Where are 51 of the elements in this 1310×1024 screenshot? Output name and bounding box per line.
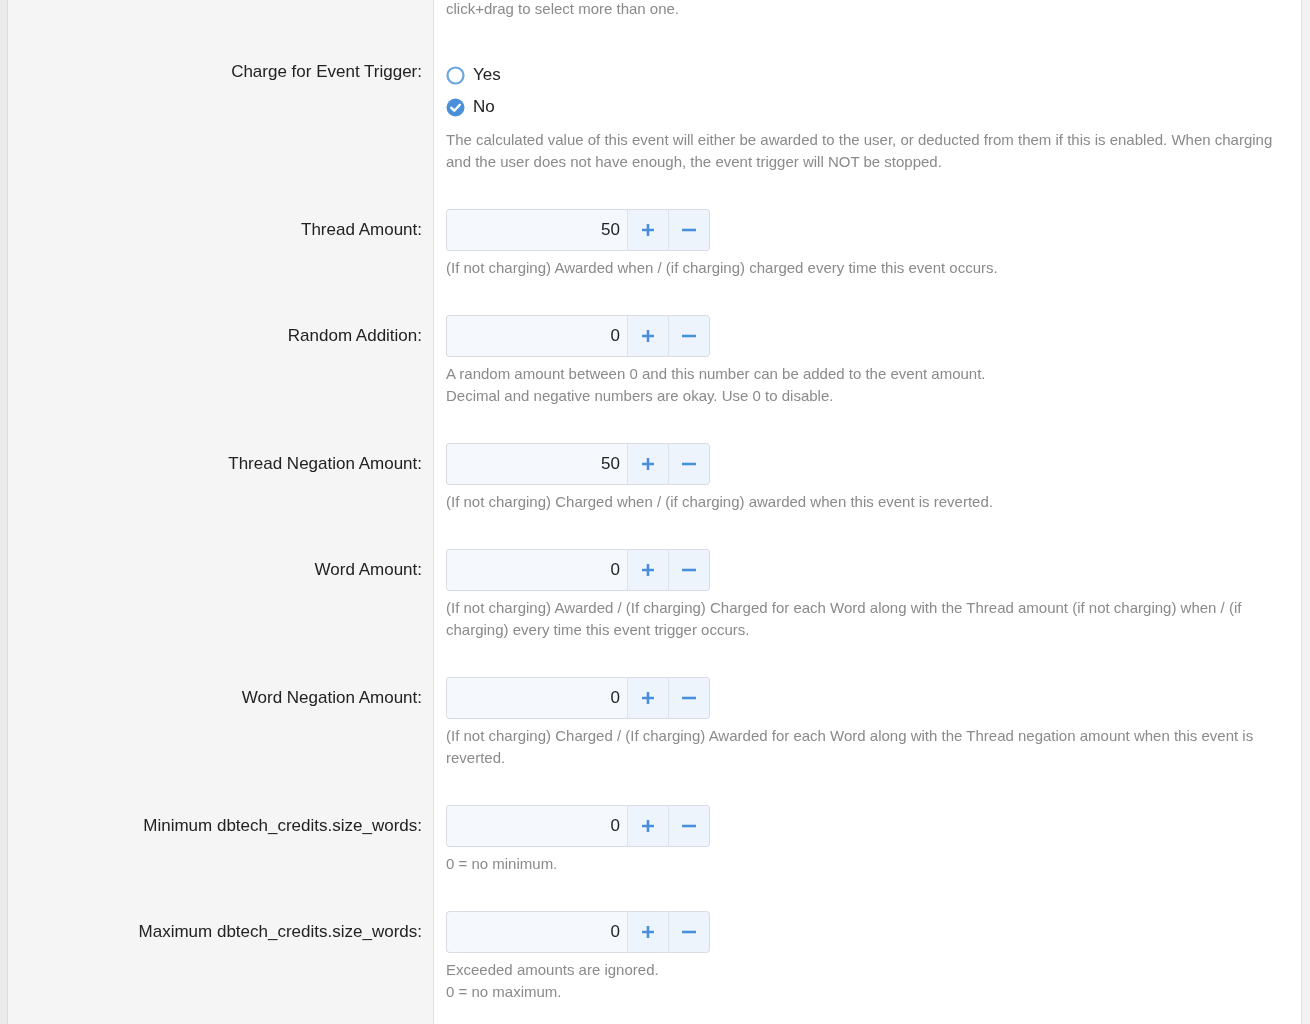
- number-field[interactable]: 0: [446, 805, 627, 847]
- minus-icon: [682, 824, 696, 828]
- minus-icon: [682, 462, 696, 466]
- plus-icon: [641, 223, 655, 237]
- field-hint: (If not charging) Charged when / (if charging) awarded when this event is reverted.: [446, 492, 994, 512]
- increment-button[interactable]: [627, 805, 668, 847]
- number-field[interactable]: 0: [446, 911, 627, 953]
- radio-icon[interactable]: [446, 65, 465, 85]
- field-hint: 0 = no maximum.: [446, 982, 563, 1002]
- field-hint: (If not charging) Awarded when / (if charging) charged every time this event occurs.: [446, 258, 999, 278]
- number-field[interactable]: 50: [446, 443, 627, 485]
- number-field[interactable]: 0: [446, 549, 627, 591]
- field-label: Minimum dbtech_credits.size_words:: [143, 815, 422, 837]
- increment-button[interactable]: [627, 315, 668, 357]
- number-field[interactable]: 0: [446, 315, 627, 357]
- field-label: Word Negation Amount:: [241, 687, 422, 709]
- field-label: Thread Amount:: [301, 219, 422, 241]
- increment-button[interactable]: [627, 911, 668, 953]
- field-hint: A random amount between 0 and this number can be added to the event amount.: [446, 364, 987, 384]
- field-hint: 0 = no minimum.: [446, 854, 559, 874]
- increment-button[interactable]: [627, 677, 668, 719]
- field-label: Charge for Event Trigger:: [231, 61, 422, 83]
- minus-icon: [682, 568, 696, 572]
- radio-option[interactable]: No: [446, 91, 1291, 123]
- plus-icon: [641, 329, 655, 343]
- minus-icon: [682, 930, 696, 934]
- plus-icon: [641, 457, 655, 471]
- field-hint: Decimal and negative numbers are okay. Use 0 to disable.: [446, 386, 835, 406]
- increment-button[interactable]: [627, 443, 668, 485]
- radio-option[interactable]: Yes: [446, 59, 1291, 91]
- field-label: Maximum dbtech_credits.size_words:: [138, 921, 422, 943]
- radio-checked-icon[interactable]: [446, 97, 465, 117]
- minus-icon: [682, 334, 696, 338]
- plus-icon: [641, 819, 655, 833]
- number-field[interactable]: 0: [446, 677, 627, 719]
- increment-button[interactable]: [627, 549, 668, 591]
- field-hint: (If not charging) Awarded / (If charging) Charged for each Word along with the Thread amount (if not charging) when / (if charging) every time this event trigger occurs.: [446, 598, 1243, 640]
- field-hint: (If not charging) Charged / (If charging) Awarded for each Word along with the Thread negation amount when this event is reverted.: [446, 726, 1255, 768]
- plus-icon: [641, 925, 655, 939]
- minus-icon: [682, 696, 696, 700]
- field-hint: Exceeded amounts are ignored.: [446, 960, 660, 980]
- field-hint: The calculated value of this event will either be awarded to the user, or deducted from them if this is enabled. When charging and the user does not have enough, the event trigger will NOT be stopped.: [446, 130, 1274, 172]
- field-hint: click+drag to select more than one.: [446, 0, 681, 19]
- minus-icon: [682, 228, 696, 232]
- increment-button[interactable]: [627, 209, 668, 251]
- field-label: Thread Negation Amount:: [228, 453, 422, 475]
- plus-icon: [641, 563, 655, 577]
- plus-icon: [641, 691, 655, 705]
- number-field[interactable]: 50: [446, 209, 627, 251]
- field-label: Random Addition:: [287, 325, 422, 347]
- field-label: Word Amount:: [314, 559, 422, 581]
